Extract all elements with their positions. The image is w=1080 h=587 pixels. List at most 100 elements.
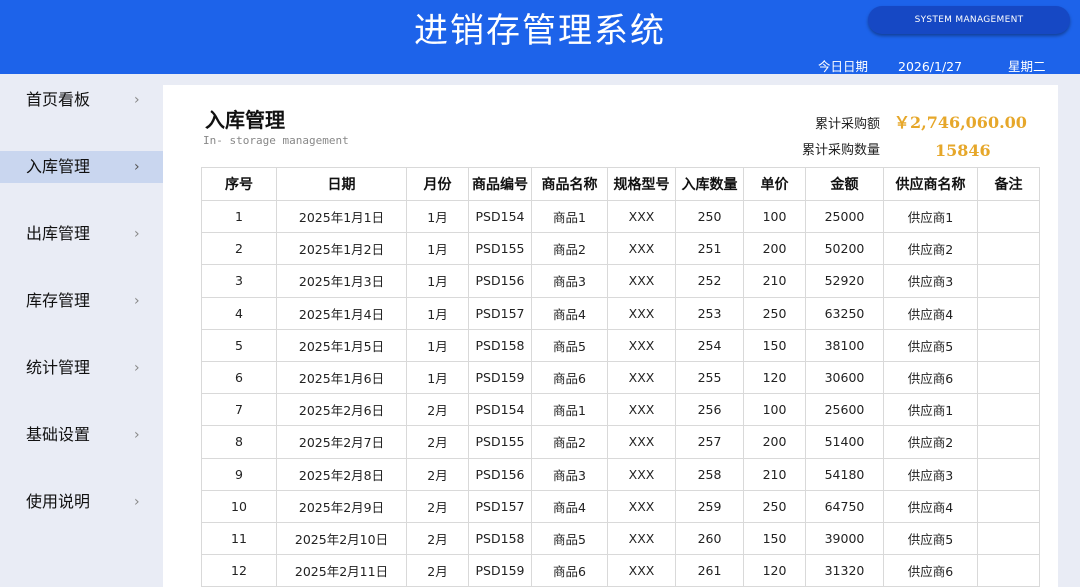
table-row[interactable]: 7 2025年2月6日 2月 PSD154 商品1 XXX 256 100 25600 供应商1 xyxy=(201,393,1040,427)
cell-quantity[interactable]: 259 xyxy=(675,489,744,523)
sidebar-item-settings[interactable]: 基础设置 › xyxy=(0,419,163,451)
system-management-button[interactable]: SYSTEM MANAGEMENT xyxy=(868,6,1070,34)
cell-date[interactable]: 2025年2月7日 xyxy=(276,425,407,459)
cell-month[interactable]: 1月 xyxy=(406,199,469,234)
cell-unit-price[interactable]: 200 xyxy=(743,232,806,266)
cell-supplier[interactable]: 供应商6 xyxy=(883,360,978,395)
cell-supplier[interactable]: 供应商4 xyxy=(883,489,978,523)
cell-unit-price[interactable]: 100 xyxy=(743,199,806,234)
cell-product-name[interactable]: 商品2 xyxy=(531,425,608,459)
column-header-date[interactable]: 日期 xyxy=(276,167,407,201)
cell-unit-price[interactable]: 200 xyxy=(743,425,806,459)
cell-spec[interactable]: XXX xyxy=(607,425,676,459)
column-header-month[interactable]: 月份 xyxy=(406,167,469,201)
cell-unit-price[interactable]: 250 xyxy=(743,489,806,523)
table-row[interactable]: 2 2025年1月2日 1月 PSD155 商品2 XXX 251 200 50200 供应商2 xyxy=(201,232,1040,266)
cell-index[interactable]: 8 xyxy=(201,425,277,459)
cell-supplier[interactable]: 供应商1 xyxy=(883,393,978,427)
cell-remark[interactable] xyxy=(977,264,1040,298)
cell-index[interactable]: 9 xyxy=(201,457,277,491)
cell-unit-price[interactable]: 250 xyxy=(743,296,806,330)
cell-quantity[interactable]: 250 xyxy=(675,199,744,234)
cell-supplier[interactable]: 供应商6 xyxy=(883,554,978,587)
cell-product-name[interactable]: 商品1 xyxy=(531,199,608,234)
cell-remark[interactable] xyxy=(977,489,1040,523)
cell-date[interactable]: 2025年2月10日 xyxy=(276,521,407,556)
cell-quantity[interactable]: 256 xyxy=(675,393,744,427)
cell-date[interactable]: 2025年1月2日 xyxy=(276,232,407,266)
cell-product-code[interactable]: PSD156 xyxy=(468,264,532,298)
cell-index[interactable]: 11 xyxy=(201,521,277,556)
cell-supplier[interactable]: 供应商3 xyxy=(883,264,978,298)
cell-product-name[interactable]: 商品3 xyxy=(531,264,608,298)
cell-index[interactable]: 1 xyxy=(201,199,277,234)
cell-product-code[interactable]: PSD159 xyxy=(468,360,532,395)
cell-remark[interactable] xyxy=(977,554,1040,587)
cell-product-name[interactable]: 商品5 xyxy=(531,328,608,362)
cell-quantity[interactable]: 252 xyxy=(675,264,744,298)
cell-date[interactable]: 2025年1月4日 xyxy=(276,296,407,330)
cell-month[interactable]: 1月 xyxy=(406,264,469,298)
column-header-unit-price[interactable]: 单价 xyxy=(743,167,806,201)
cell-remark[interactable] xyxy=(977,328,1040,362)
cell-product-name[interactable]: 商品4 xyxy=(531,489,608,523)
cell-product-name[interactable]: 商品3 xyxy=(531,457,608,491)
cell-unit-price[interactable]: 120 xyxy=(743,554,806,587)
cell-index[interactable]: 2 xyxy=(201,232,277,266)
cell-index[interactable]: 10 xyxy=(201,489,277,523)
cell-spec[interactable]: XXX xyxy=(607,199,676,234)
cell-remark[interactable] xyxy=(977,393,1040,427)
cell-month[interactable]: 1月 xyxy=(406,328,469,362)
cell-product-name[interactable]: 商品2 xyxy=(531,232,608,266)
sidebar-item-dashboard[interactable]: 首页看板 › xyxy=(0,84,163,116)
cell-amount[interactable]: 31320 xyxy=(805,554,884,587)
cell-quantity[interactable]: 260 xyxy=(675,521,744,556)
cell-amount[interactable]: 54180 xyxy=(805,457,884,491)
cell-spec[interactable]: XXX xyxy=(607,489,676,523)
cell-amount[interactable]: 25000 xyxy=(805,199,884,234)
table-row[interactable]: 9 2025年2月8日 2月 PSD156 商品3 XXX 258 210 54180 供应商3 xyxy=(201,457,1040,491)
cell-date[interactable]: 2025年1月3日 xyxy=(276,264,407,298)
column-header-remark[interactable]: 备注 xyxy=(977,167,1040,201)
cell-quantity[interactable]: 261 xyxy=(675,554,744,587)
cell-product-code[interactable]: PSD154 xyxy=(468,393,532,427)
cell-index[interactable]: 3 xyxy=(201,264,277,298)
column-header-product-code[interactable]: 商品编号 xyxy=(468,167,532,201)
cell-product-code[interactable]: PSD155 xyxy=(468,425,532,459)
cell-month[interactable]: 1月 xyxy=(406,360,469,395)
cell-date[interactable]: 2025年2月6日 xyxy=(276,393,407,427)
cell-remark[interactable] xyxy=(977,521,1040,556)
table-row[interactable]: 8 2025年2月7日 2月 PSD155 商品2 XXX 257 200 51400 供应商2 xyxy=(201,425,1040,459)
cell-unit-price[interactable]: 150 xyxy=(743,521,806,556)
cell-quantity[interactable]: 251 xyxy=(675,232,744,266)
cell-remark[interactable] xyxy=(977,457,1040,491)
cell-amount[interactable]: 51400 xyxy=(805,425,884,459)
sidebar-item-inventory[interactable]: 库存管理 › xyxy=(0,285,163,317)
cell-date[interactable]: 2025年2月11日 xyxy=(276,554,407,587)
cell-spec[interactable]: XXX xyxy=(607,264,676,298)
cell-index[interactable]: 4 xyxy=(201,296,277,330)
table-row[interactable]: 10 2025年2月9日 2月 PSD157 商品4 XXX 259 250 64750 供应商4 xyxy=(201,489,1040,523)
cell-supplier[interactable]: 供应商1 xyxy=(883,199,978,234)
cell-date[interactable]: 2025年1月5日 xyxy=(276,328,407,362)
cell-quantity[interactable]: 255 xyxy=(675,360,744,395)
column-header-supplier[interactable]: 供应商名称 xyxy=(883,167,978,201)
sidebar-item-help[interactable]: 使用说明 › xyxy=(0,486,163,518)
cell-amount[interactable]: 39000 xyxy=(805,521,884,556)
cell-amount[interactable]: 52920 xyxy=(805,264,884,298)
cell-month[interactable]: 2月 xyxy=(406,521,469,556)
cell-amount[interactable]: 50200 xyxy=(805,232,884,266)
table-row[interactable]: 1 2025年1月1日 1月 PSD154 商品1 XXX 250 100 25000 供应商1 xyxy=(201,199,1040,234)
cell-date[interactable]: 2025年1月1日 xyxy=(276,199,407,234)
cell-remark[interactable] xyxy=(977,296,1040,330)
cell-supplier[interactable]: 供应商3 xyxy=(883,457,978,491)
cell-date[interactable]: 2025年2月8日 xyxy=(276,457,407,491)
cell-remark[interactable] xyxy=(977,199,1040,234)
cell-unit-price[interactable]: 120 xyxy=(743,360,806,395)
cell-remark[interactable] xyxy=(977,360,1040,395)
cell-month[interactable]: 2月 xyxy=(406,489,469,523)
cell-date[interactable]: 2025年1月6日 xyxy=(276,360,407,395)
cell-supplier[interactable]: 供应商2 xyxy=(883,425,978,459)
cell-month[interactable]: 2月 xyxy=(406,393,469,427)
cell-supplier[interactable]: 供应商5 xyxy=(883,521,978,556)
